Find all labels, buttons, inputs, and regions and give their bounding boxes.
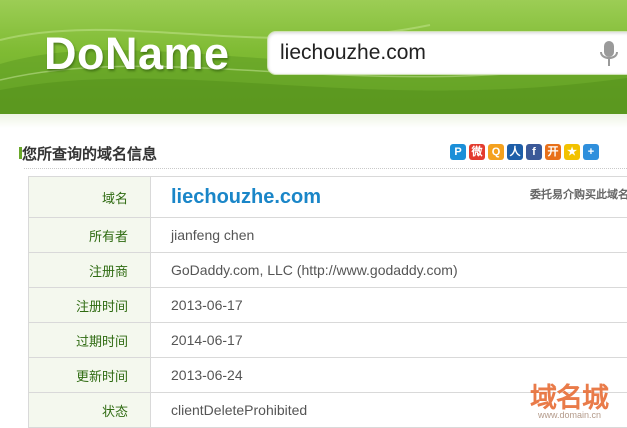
table-row: 注册商 GoDaddy.com, LLC (http://www.godaddy… xyxy=(29,253,627,288)
row-value: liechouzhe.com 委托易介购买此域名 xyxy=(151,177,627,218)
header-bottom-gradient xyxy=(0,114,627,128)
watermark-logo: 域名城 www.domain.cn xyxy=(530,376,627,427)
facebook-icon[interactable]: f xyxy=(526,144,542,160)
expiry-date-value: 2014-06-17 xyxy=(151,323,627,358)
tencent-weibo-icon[interactable]: Q xyxy=(488,144,504,160)
share-toolbar: P 微 Q 人 f 开 ★ + xyxy=(450,144,599,160)
row-label: 所有者 xyxy=(29,218,151,253)
table-row: 所有者 jianfeng chen xyxy=(29,218,627,253)
row-label: 域名 xyxy=(29,177,151,218)
row-label: 注册商 xyxy=(29,253,151,288)
kaixin-icon[interactable]: 开 xyxy=(545,144,561,160)
weibo-icon[interactable]: 微 xyxy=(469,144,485,160)
broker-purchase-link[interactable]: 委托易介购买此域名 xyxy=(530,186,627,202)
pengyou-icon[interactable]: ★ xyxy=(564,144,580,160)
more-share-icon[interactable]: + xyxy=(583,144,599,160)
row-label: 注册时间 xyxy=(29,288,151,323)
row-label: 过期时间 xyxy=(29,323,151,358)
table-row: 注册时间 2013-06-17 xyxy=(29,288,627,323)
owner-value: jianfeng chen xyxy=(151,218,627,253)
microphone-icon[interactable] xyxy=(598,40,620,72)
section-title: 您所查询的域名信息 xyxy=(22,143,157,164)
registered-date-value: 2013-06-17 xyxy=(151,288,627,323)
row-label: 状态 xyxy=(29,393,151,428)
search-input[interactable] xyxy=(280,38,580,68)
table-row: 域名 liechouzhe.com 委托易介购买此域名 xyxy=(29,177,627,218)
registrar-value: GoDaddy.com, LLC (http://www.godaddy.com… xyxy=(151,253,627,288)
qzone-icon[interactable]: P xyxy=(450,144,466,160)
watermark-url: www.domain.cn xyxy=(538,410,601,420)
domain-name-value[interactable]: liechouzhe.com xyxy=(171,186,321,208)
search-box[interactable] xyxy=(267,31,627,75)
renren-icon[interactable]: 人 xyxy=(507,144,523,160)
site-logo[interactable]: DoName xyxy=(44,28,230,80)
table-row: 过期时间 2014-06-17 xyxy=(29,323,627,358)
section-divider xyxy=(24,168,627,169)
row-label: 更新时间 xyxy=(29,358,151,393)
header-banner: DoName xyxy=(0,0,627,114)
